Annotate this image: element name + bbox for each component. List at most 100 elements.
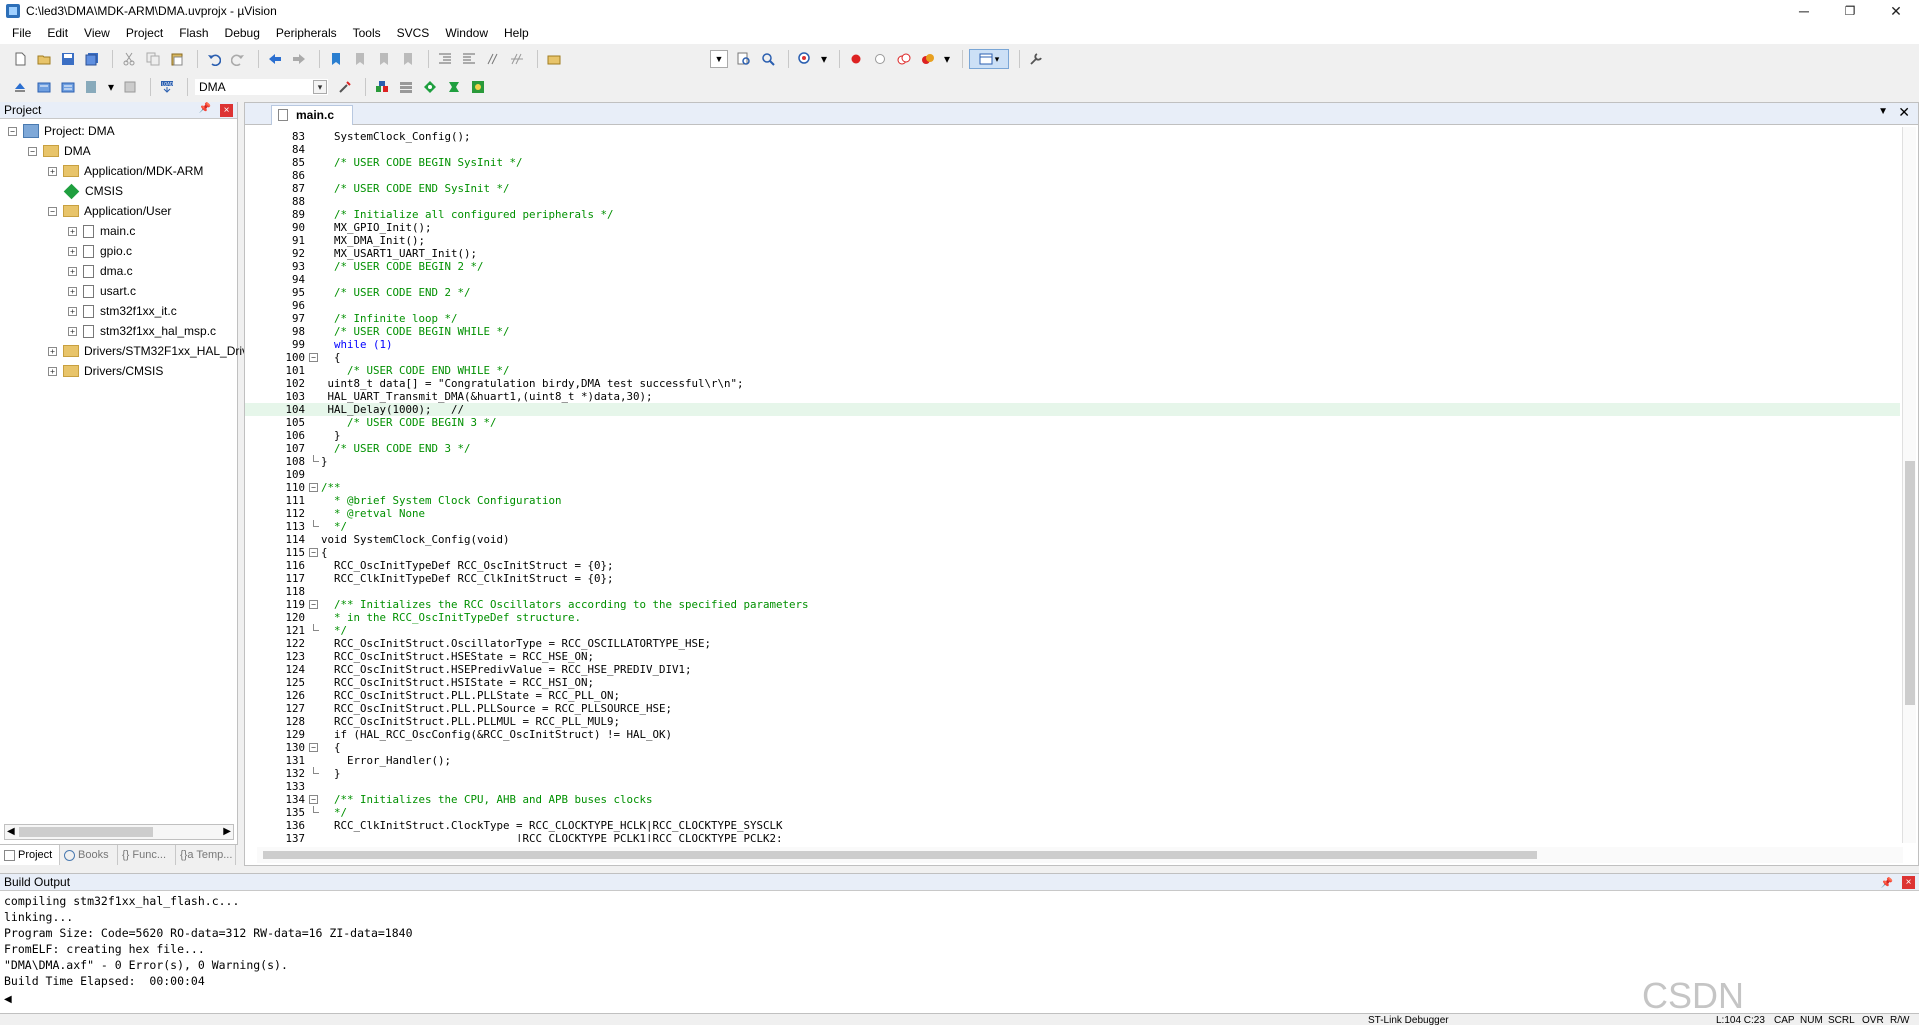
code-line[interactable]: 120 * in the RCC_OscInitTypeDef structur… (245, 611, 1900, 624)
cut-icon[interactable] (119, 49, 139, 69)
code-line[interactable]: 92 MX_USART1_UART_Init(); (245, 247, 1900, 260)
build-output-text[interactable]: compiling stm32f1xx_hal_flash.c... linkin… (0, 891, 1919, 991)
code-line[interactable]: 132 } (245, 767, 1900, 780)
tree-file-main-c[interactable]: + main.c (68, 221, 135, 241)
code-line[interactable]: 112 * @retval None (245, 507, 1900, 520)
code-line[interactable]: 83 SystemClock_Config(); (245, 130, 1900, 143)
uncomment-icon[interactable] (507, 49, 527, 69)
tab-functions[interactable]: {} Func... (118, 845, 176, 865)
scrollbar-thumb[interactable] (19, 827, 153, 837)
download-icon[interactable]: LOAD (157, 77, 177, 97)
scroll-right-icon[interactable]: ▶ (223, 826, 231, 837)
tree-group-drivers-cmsis[interactable]: + Drivers/CMSIS (48, 361, 163, 381)
insert-bookmark-icon[interactable] (326, 49, 346, 69)
project-horizontal-scrollbar[interactable]: ◀ ▶ (4, 824, 234, 840)
breakpoint-dropdown-icon[interactable]: ▾ (942, 49, 952, 69)
code-line[interactable]: 88 (245, 195, 1900, 208)
minimize-button[interactable]: ─ (1781, 0, 1827, 22)
find-icon[interactable] (734, 49, 754, 69)
menu-edit[interactable]: Edit (39, 22, 76, 44)
code-line[interactable]: 118 (245, 585, 1900, 598)
code-line[interactable]: 104 HAL_Delay(1000); // (245, 403, 1900, 416)
fold-toggle-icon[interactable]: − (309, 600, 318, 609)
tab-templates[interactable]: {}a Temp... (176, 845, 236, 865)
code-line[interactable]: 96 (245, 299, 1900, 312)
debug-session-icon[interactable] (795, 49, 815, 69)
collapse-icon[interactable]: − (8, 126, 17, 136)
code-line[interactable]: 121 */ (245, 624, 1900, 637)
code-line[interactable]: 123 RCC_OscInitStruct.HSEState = RCC_HSE… (245, 650, 1900, 663)
code-line[interactable]: 93 /* USER CODE BEGIN 2 */ (245, 260, 1900, 273)
fold-toggle-icon[interactable]: − (309, 353, 318, 362)
menu-help[interactable]: Help (496, 22, 537, 44)
fold-toggle-icon[interactable]: − (309, 548, 318, 557)
code-line[interactable]: 97 /* Infinite loop */ (245, 312, 1900, 325)
close-tab-icon[interactable]: ✕ (1898, 104, 1910, 121)
build-icon[interactable] (34, 77, 54, 97)
code-line[interactable]: 99 while (1) (245, 338, 1900, 351)
expand-icon[interactable]: + (48, 366, 57, 376)
code-line[interactable]: 116 RCC_OscInitTypeDef RCC_OscInitStruct… (245, 559, 1900, 572)
menu-debug[interactable]: Debug (217, 22, 268, 44)
menu-flash[interactable]: Flash (171, 22, 216, 44)
code-line[interactable]: 128 RCC_OscInitStruct.PLL.PLLMUL = RCC_P… (245, 715, 1900, 728)
build-output-scrollbar[interactable]: ◀ (4, 994, 1904, 1008)
tab-main-c[interactable]: main.c (271, 105, 353, 125)
code-line[interactable]: 136 RCC_ClkInitStruct.ClockType = RCC_CL… (245, 819, 1900, 832)
menu-project[interactable]: Project (118, 22, 171, 44)
comment-icon[interactable] (483, 49, 503, 69)
code-line[interactable]: 84 (245, 143, 1900, 156)
menu-peripherals[interactable]: Peripherals (268, 22, 345, 44)
restore-button[interactable]: ❐ (1827, 0, 1873, 22)
scrollbar-thumb[interactable] (1905, 461, 1915, 705)
code-line[interactable]: 113 */ (245, 520, 1900, 533)
batch-build-icon[interactable] (82, 77, 102, 97)
tree-target-dma[interactable]: − DMA (28, 141, 91, 161)
window-layout-icon[interactable]: ▾ (969, 49, 1009, 69)
redo-icon[interactable] (228, 49, 248, 69)
tab-books[interactable]: Books (60, 845, 118, 865)
code-line[interactable]: 115−{ (245, 546, 1900, 559)
code-line[interactable]: 98 /* USER CODE BEGIN WHILE */ (245, 325, 1900, 338)
expand-icon[interactable]: + (48, 346, 57, 356)
tree-group-application-user[interactable]: − Application/User (48, 201, 171, 221)
navigate-forward-icon[interactable] (289, 49, 309, 69)
tree-file-gpio-c[interactable]: + gpio.c (68, 241, 132, 261)
menu-tools[interactable]: Tools (345, 22, 389, 44)
code-line[interactable]: 124 RCC_OscInitStruct.HSEPredivValue = R… (245, 663, 1900, 676)
configure-icon[interactable] (1026, 49, 1046, 69)
code-line[interactable]: 134− /** Initializes the CPU, AHB and AP… (245, 793, 1900, 806)
code-line[interactable]: 106 } (245, 429, 1900, 442)
expand-icon[interactable]: + (68, 226, 77, 236)
find-in-files-icon[interactable] (544, 49, 564, 69)
code-line[interactable]: 129 if (HAL_RCC_OscConfig(&RCC_OscInitSt… (245, 728, 1900, 741)
menu-file[interactable]: File (4, 22, 39, 44)
rebuild-icon[interactable] (58, 77, 78, 97)
code-line[interactable]: 110−/** (245, 481, 1900, 494)
insert-breakpoint-icon[interactable] (846, 49, 866, 69)
open-folder-icon[interactable] (34, 49, 54, 69)
tab-project[interactable]: Project (0, 845, 60, 865)
code-line[interactable]: 130− { (245, 741, 1900, 754)
tree-group-drivers-hal[interactable]: + Drivers/STM32F1xx_HAL_Driv (48, 341, 248, 361)
code-line[interactable]: 114 void SystemClock_Config(void) (245, 533, 1900, 546)
code-area[interactable]: 83 SystemClock_Config(); 84 85 /* USER COD… (245, 130, 1905, 842)
undo-icon[interactable] (204, 49, 224, 69)
fold-toggle-icon[interactable]: − (309, 743, 318, 752)
code-line[interactable]: 107 /* USER CODE END 3 */ (245, 442, 1900, 455)
debug-dropdown-icon[interactable]: ▾ (819, 49, 829, 69)
tree-group-application-mdk-arm[interactable]: + Application/MDK-ARM (48, 161, 203, 181)
enable-breakpoint-icon[interactable] (870, 49, 890, 69)
menu-view[interactable]: View (76, 22, 118, 44)
editor-horizontal-scrollbar[interactable] (257, 847, 1903, 863)
stop-build-icon[interactable] (120, 77, 140, 97)
paste-icon[interactable] (167, 49, 187, 69)
code-line[interactable]: 95 /* USER CODE END 2 */ (245, 286, 1900, 299)
batch-dropdown-icon[interactable]: ▾ (106, 77, 116, 97)
component-viewer-icon[interactable] (468, 77, 488, 97)
target-options-icon[interactable] (335, 77, 355, 97)
save-all-icon[interactable] (82, 49, 102, 69)
new-file-icon[interactable] (10, 49, 30, 69)
code-line[interactable]: 131 Error_Handler(); (245, 754, 1900, 767)
pack-installer-icon[interactable] (444, 77, 464, 97)
